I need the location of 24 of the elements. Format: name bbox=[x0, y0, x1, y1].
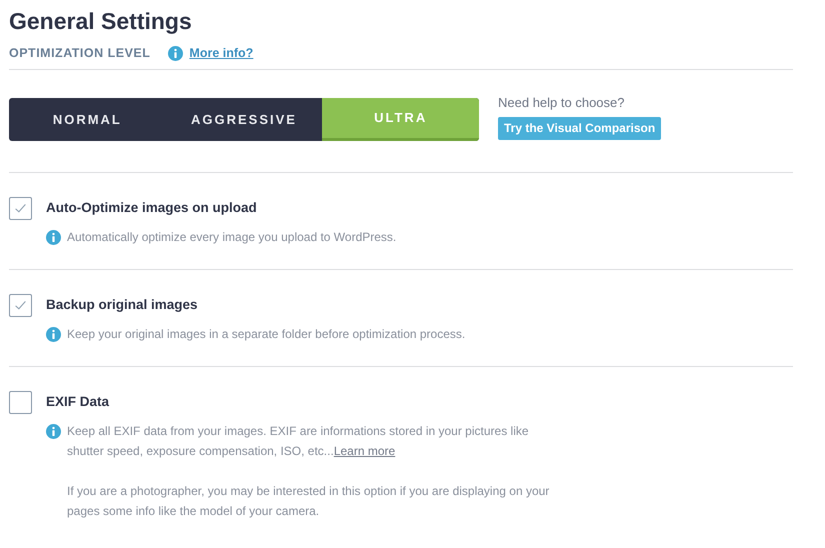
section-label: OPTIMIZATION LEVEL bbox=[9, 45, 150, 62]
checkbox[interactable] bbox=[9, 294, 32, 317]
info-icon bbox=[168, 46, 184, 61]
option-note: If you are a photographer, you may be interested in this option if you are displaying on your pages some info like the model of your camera. bbox=[67, 482, 550, 520]
level-tab[interactable]: NORMAL bbox=[9, 98, 166, 141]
checkbox[interactable] bbox=[9, 390, 32, 414]
info-icon bbox=[46, 230, 61, 245]
option-description: Keep your original images in a separate folder before optimization process. bbox=[67, 326, 466, 343]
help-text: Need help to choose? bbox=[498, 94, 624, 112]
more-info-link[interactable]: More info? bbox=[189, 44, 254, 63]
checkbox[interactable] bbox=[9, 196, 32, 220]
visual-comparison-button[interactable]: Try the Visual Comparison bbox=[498, 116, 662, 140]
option-label: Auto-Optimize images on upload bbox=[46, 199, 257, 218]
level-tab[interactable]: AGGRESSIVE bbox=[166, 98, 322, 141]
info-icon bbox=[46, 326, 61, 342]
page-title: General Settings bbox=[9, 7, 193, 36]
check-icon bbox=[14, 298, 27, 312]
learn-more-link[interactable]: Learn more bbox=[334, 444, 396, 458]
info-icon bbox=[46, 424, 61, 439]
option-description: Automatically optimize every image you upload to WordPress. bbox=[67, 228, 398, 246]
option-label: Backup original images bbox=[46, 296, 198, 314]
check-icon bbox=[14, 202, 27, 215]
option-description: Keep all EXIF data from your images. EXIF are informations stored in your pictures like shutter speed, exposure compensation, ISO, etc...Learn more bbox=[67, 422, 530, 460]
option-label: EXIF Data bbox=[46, 393, 110, 412]
